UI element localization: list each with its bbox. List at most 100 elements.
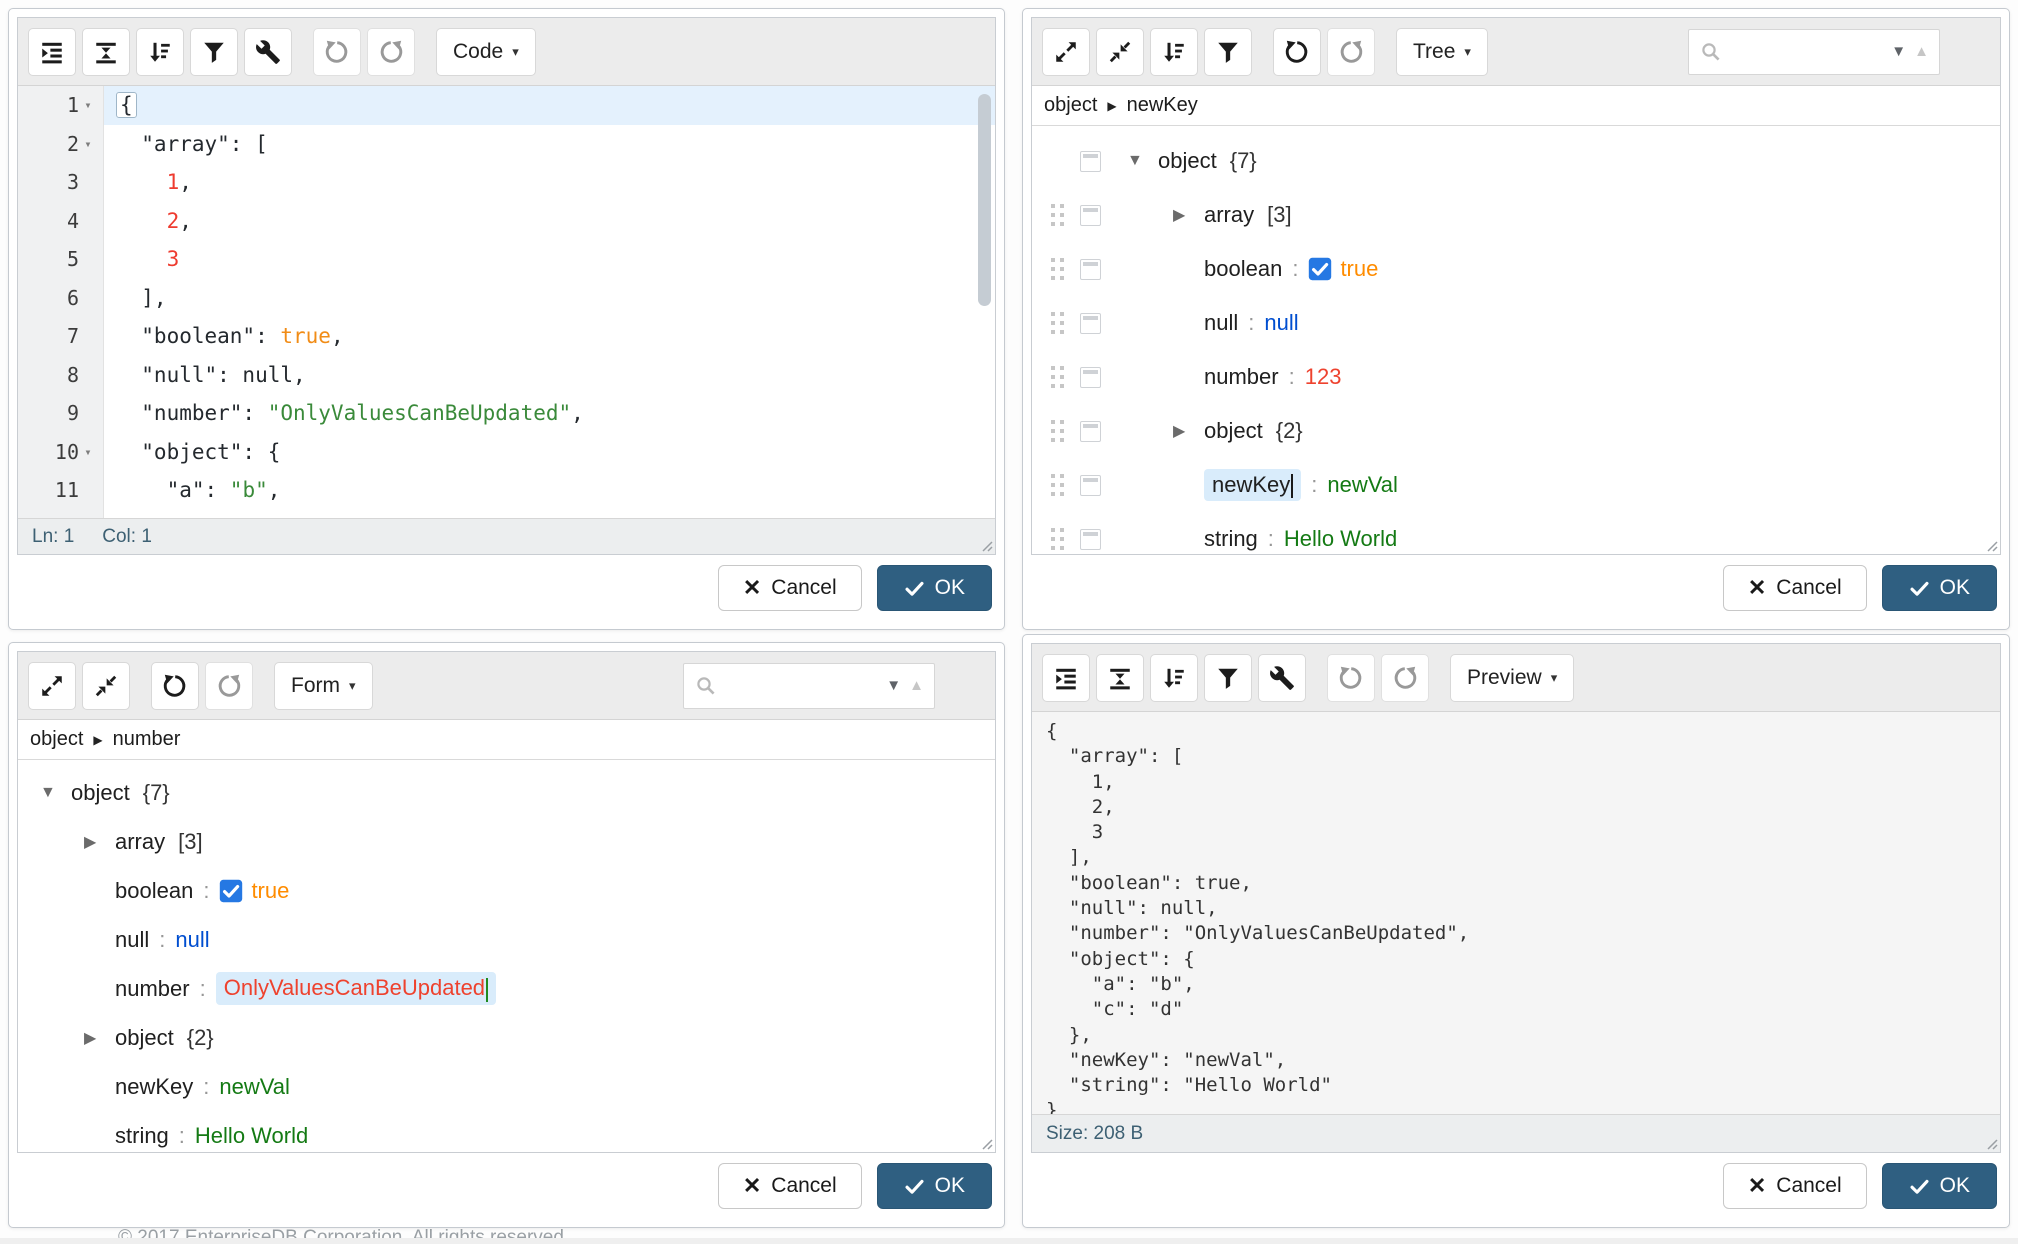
field-value[interactable]: Hello World xyxy=(195,1123,308,1149)
field-value[interactable]: null xyxy=(175,927,209,953)
format-button[interactable] xyxy=(28,28,76,76)
redo-button[interactable] xyxy=(1327,28,1375,76)
undo-button[interactable] xyxy=(1273,28,1321,76)
sort-button[interactable] xyxy=(1150,28,1198,76)
undo-button[interactable] xyxy=(313,28,361,76)
drag-handle-icon[interactable] xyxy=(1046,528,1068,550)
repair-button[interactable] xyxy=(1258,654,1306,702)
context-menu-button[interactable] xyxy=(1080,475,1101,496)
collapse-button[interactable] xyxy=(82,662,130,710)
context-menu-button[interactable] xyxy=(1080,529,1101,550)
mode-dropdown[interactable]: Tree▾ xyxy=(1396,28,1488,76)
ok-button[interactable]: OK xyxy=(877,565,992,611)
filter-button[interactable] xyxy=(190,28,238,76)
field-name[interactable]: newKey xyxy=(115,1074,193,1100)
resize-grip-icon[interactable] xyxy=(1981,535,1998,552)
expand-button[interactable] xyxy=(28,662,76,710)
context-menu-button[interactable] xyxy=(1080,259,1101,280)
collapse-button[interactable] xyxy=(1096,28,1144,76)
drag-handle-icon[interactable] xyxy=(1046,474,1068,496)
field-name[interactable]: null xyxy=(115,927,149,953)
field-name[interactable]: object xyxy=(1204,418,1263,444)
field-value[interactable]: true xyxy=(251,878,289,904)
expand-triangle-icon[interactable]: ▶ xyxy=(1173,205,1191,225)
mode-dropdown[interactable]: Preview▾ xyxy=(1450,654,1574,702)
field-name[interactable]: boolean xyxy=(115,878,193,904)
redo-button[interactable] xyxy=(367,28,415,76)
ok-button[interactable]: OK xyxy=(1882,565,1997,611)
sort-button[interactable] xyxy=(136,28,184,76)
drag-handle-icon[interactable] xyxy=(1046,420,1068,442)
field-value[interactable]: null xyxy=(1264,310,1298,336)
search-next-icon[interactable]: ▼ xyxy=(1891,43,1906,60)
expand-button[interactable] xyxy=(1042,28,1090,76)
field-value[interactable]: newVal xyxy=(1327,472,1398,498)
undo-button[interactable] xyxy=(151,662,199,710)
resize-grip-icon[interactable] xyxy=(976,1133,993,1150)
cancel-button[interactable]: ✕Cancel xyxy=(1723,1163,1867,1209)
expand-triangle-icon[interactable]: ▶ xyxy=(1173,421,1191,441)
expand-triangle-icon[interactable]: ▶ xyxy=(84,1028,102,1048)
field-value[interactable]: true xyxy=(1340,256,1378,282)
ok-button[interactable]: OK xyxy=(1882,1163,1997,1209)
field-name[interactable]: array xyxy=(1204,202,1254,228)
search-input[interactable] xyxy=(718,664,878,708)
search-input[interactable] xyxy=(1723,30,1883,74)
resize-grip-icon[interactable] xyxy=(1981,1133,1998,1150)
breadcrumb-item[interactable]: object xyxy=(30,728,83,751)
cancel-button[interactable]: ✕Cancel xyxy=(718,1163,862,1209)
cancel-button[interactable]: ✕Cancel xyxy=(1723,565,1867,611)
field-value[interactable]: newVal xyxy=(219,1074,290,1100)
redo-button[interactable] xyxy=(1381,654,1429,702)
field-value[interactable]: Hello World xyxy=(1284,526,1397,552)
field-name[interactable]: string xyxy=(115,1123,169,1149)
code-area[interactable]: 1▾2▾345678910▾1112 { "array": [ 1, 2, 3 … xyxy=(18,86,995,518)
collapse-triangle-icon[interactable]: ▼ xyxy=(40,784,58,802)
ok-button[interactable]: OK xyxy=(877,1163,992,1209)
context-menu-button[interactable] xyxy=(1080,205,1101,226)
cancel-button[interactable]: ✕Cancel xyxy=(718,565,862,611)
breadcrumb-item[interactable]: newKey xyxy=(1127,94,1198,117)
drag-handle-icon[interactable] xyxy=(1046,312,1068,334)
fold-arrow-icon[interactable]: ▾ xyxy=(79,98,97,112)
collapse-triangle-icon[interactable]: ▼ xyxy=(1127,152,1145,170)
breadcrumb-item[interactable]: number xyxy=(113,728,181,751)
checkbox-checked[interactable] xyxy=(219,879,243,903)
field-name[interactable]: number xyxy=(1204,364,1279,390)
field-name[interactable]: object xyxy=(71,780,130,806)
sort-button[interactable] xyxy=(1150,654,1198,702)
breadcrumb-item[interactable]: object xyxy=(1044,94,1097,117)
drag-handle-icon[interactable] xyxy=(1046,258,1068,280)
context-menu-button[interactable] xyxy=(1080,313,1101,334)
checkbox-checked[interactable] xyxy=(1308,257,1332,281)
compact-button[interactable] xyxy=(82,28,130,76)
redo-button[interactable] xyxy=(205,662,253,710)
repair-button[interactable] xyxy=(244,28,292,76)
format-button[interactable] xyxy=(1042,654,1090,702)
field-name[interactable]: string xyxy=(1204,526,1258,552)
filter-button[interactable] xyxy=(1204,654,1252,702)
vertical-scrollbar[interactable] xyxy=(978,94,991,306)
expand-triangle-icon[interactable]: ▶ xyxy=(84,832,102,852)
undo-button[interactable] xyxy=(1327,654,1375,702)
field-name[interactable]: array xyxy=(115,829,165,855)
field-name[interactable]: object xyxy=(115,1025,174,1051)
resize-grip-icon[interactable] xyxy=(976,535,993,552)
drag-handle-icon[interactable] xyxy=(1046,366,1068,388)
drag-handle-icon[interactable] xyxy=(1046,204,1068,226)
fold-arrow-icon[interactable]: ▾ xyxy=(79,445,97,459)
field-name[interactable]: newKey xyxy=(1204,469,1301,501)
mode-dropdown[interactable]: Code▾ xyxy=(436,28,536,76)
field-value[interactable]: 123 xyxy=(1305,364,1342,390)
search-previous-icon[interactable]: ▲ xyxy=(1914,43,1929,60)
field-name[interactable]: boolean xyxy=(1204,256,1282,282)
context-menu-button[interactable] xyxy=(1080,421,1101,442)
filter-button[interactable] xyxy=(1204,28,1252,76)
search-next-icon[interactable]: ▼ xyxy=(886,677,901,694)
field-name[interactable]: number xyxy=(115,976,190,1002)
search-previous-icon[interactable]: ▲ xyxy=(909,677,924,694)
compact-button[interactable] xyxy=(1096,654,1144,702)
field-name[interactable]: null xyxy=(1204,310,1238,336)
field-value[interactable]: OnlyValuesCanBeUpdated xyxy=(216,972,496,1004)
context-menu-button[interactable] xyxy=(1080,151,1101,172)
